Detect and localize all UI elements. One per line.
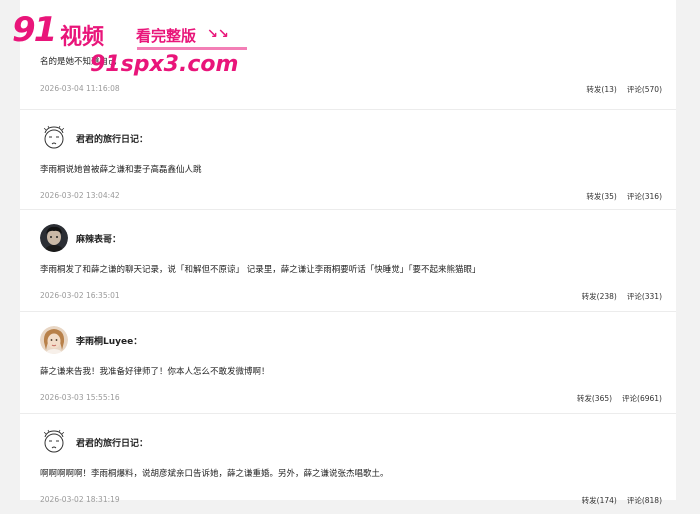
comment-button[interactable]: 评论(331) <box>627 291 662 302</box>
watermark-tag: 看完整版 <box>136 27 197 45</box>
post-item: 麻辣表哥： 李雨桐发了和薛之谦的聊天记录，说「和解但不原谅」 记录里，薛之谦让李… <box>20 210 676 312</box>
user-avatar[interactable] <box>40 224 68 252</box>
post-time: 2026-03-02 16:35:01 <box>40 291 120 300</box>
repost-button[interactable]: 转发(174) <box>582 495 617 506</box>
post-username[interactable]: 李雨桐Luyee： <box>76 334 142 347</box>
post-actions: 转发(35) 评论(316) <box>586 191 662 202</box>
repost-button[interactable]: 转发(238) <box>582 291 617 302</box>
post-username[interactable]: 麻辣表哥： <box>76 232 121 245</box>
watermark-brand-number: 91 <box>12 10 57 50</box>
comment-button[interactable]: 评论(570) <box>627 84 662 95</box>
comment-button[interactable]: 评论(316) <box>627 191 662 202</box>
post-actions: 转发(238) 评论(331) <box>582 291 662 302</box>
post-actions: 转发(13) 评论(570) <box>586 84 662 95</box>
post-item: 李雨桐Luyee： 薛之谦来告我！我准备好律师了！你本人怎么不敢发微博啊！ 20… <box>20 312 676 414</box>
post-username[interactable]: 君君的旅行日记： <box>76 132 148 145</box>
post-time: 2026-03-03 15:55:16 <box>40 393 120 402</box>
post-item: 君君的旅行日记： 啊啊啊啊啊！李雨桐爆料，说胡彦斌亲口告诉她，薛之谦重婚。另外，… <box>20 414 676 514</box>
post-content: 薛之谦来告我！我准备好律师了！你本人怎么不敢发微博啊！ <box>40 367 270 377</box>
watermark-url: 91spx3.com <box>90 52 239 77</box>
post-content: 李雨桐说她曾被薛之谦和妻子高磊鑫仙人跳 <box>40 165 202 175</box>
repost-button[interactable]: 转发(35) <box>586 191 616 202</box>
repost-button[interactable]: 转发(13) <box>586 84 616 95</box>
post-actions: 转发(365) 评论(6961) <box>577 393 662 404</box>
comment-button[interactable]: 评论(6961) <box>622 393 662 404</box>
post-username[interactable]: 君君的旅行日记： <box>76 436 148 449</box>
sketch-face-icon[interactable] <box>40 428 68 456</box>
watermark-divider <box>137 47 247 50</box>
repost-button[interactable]: 转发(365) <box>577 393 612 404</box>
post-item: 君君的旅行日记： 李雨桐说她曾被薛之谦和妻子高磊鑫仙人跳 2026-03-02 … <box>20 110 676 210</box>
sketch-face-icon[interactable] <box>40 124 68 152</box>
user-avatar[interactable] <box>40 326 68 354</box>
watermark-arrows-icon: ↘↘ <box>207 27 229 42</box>
watermark-logo: 91 视频 看完整版 ↘↘ 91spx3.com <box>12 10 247 84</box>
post-time: 2026-03-04 11:16:08 <box>40 84 120 93</box>
watermark-brand-text: 视频 <box>60 25 105 50</box>
comment-button[interactable]: 评论(818) <box>627 495 662 506</box>
post-actions: 转发(174) 评论(818) <box>582 495 662 506</box>
post-content: 啊啊啊啊啊！李雨桐爆料，说胡彦斌亲口告诉她，薛之谦重婚。另外，薛之谦说张杰唱歌土… <box>40 469 389 479</box>
post-content: 李雨桐发了和薛之谦的聊天记录，说「和解但不原谅」 记录里，薛之谦让李雨桐要听话「… <box>40 265 481 275</box>
post-time: 2026-03-02 13:04:42 <box>40 191 120 200</box>
